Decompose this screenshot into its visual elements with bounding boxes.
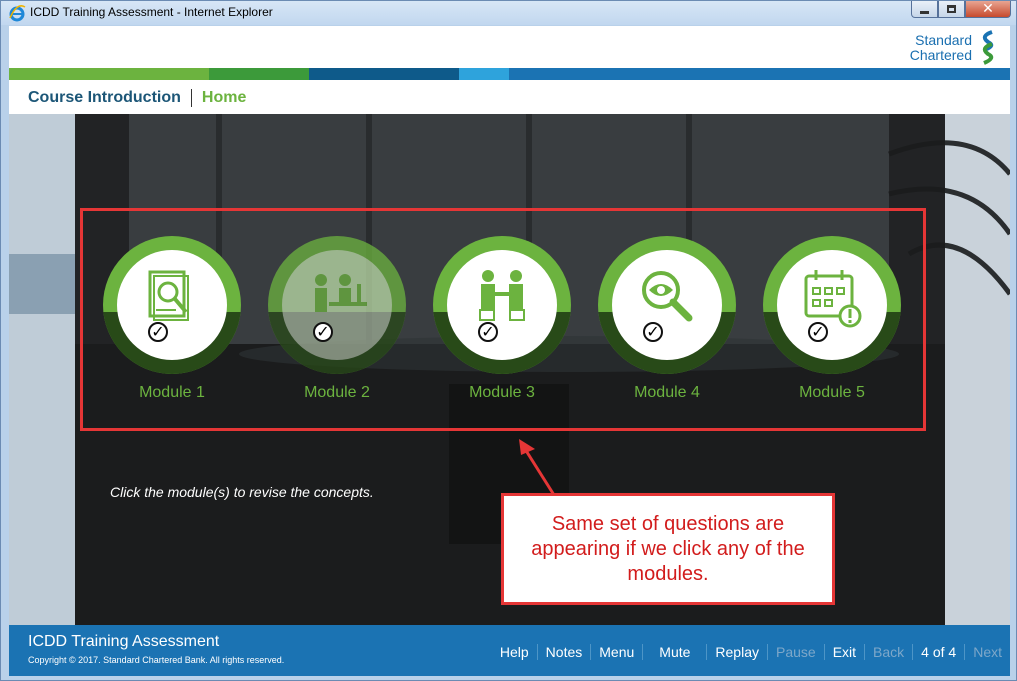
minimize-button[interactable] <box>911 1 938 18</box>
course-title: ICDD Training Assessment <box>28 633 220 650</box>
logo-line-2: Chartered <box>909 47 972 63</box>
completed-check-icon: ✓ <box>808 322 828 342</box>
content-stage: ✓ Module 1 ✓ Module 2 ✓ Module 3 ✓ Modul… <box>9 114 1010 625</box>
module-label: Module 5 <box>799 384 865 401</box>
player-footer: ICDD Training Assessment Copyright © 201… <box>9 625 1010 676</box>
maximize-icon <box>947 5 956 13</box>
pause-button[interactable]: Pause <box>768 644 824 660</box>
module-3[interactable]: ✓ Module 3 <box>433 236 571 402</box>
handshake-icon <box>479 270 525 321</box>
eye-magnifier-icon <box>642 271 693 322</box>
logo-line-1: Standard <box>915 32 972 48</box>
module-label: Module 1 <box>139 384 205 401</box>
maximize-button[interactable] <box>938 1 965 18</box>
breadcrumb-course-introduction[interactable]: Course Introduction <box>28 89 181 107</box>
close-button[interactable]: ✕ <box>965 1 1011 18</box>
module-4[interactable]: ✓ Module 4 <box>598 236 736 402</box>
help-button[interactable]: Help <box>492 644 537 660</box>
menu-button[interactable]: Menu <box>591 644 642 660</box>
notes-button[interactable]: Notes <box>538 644 591 660</box>
page-counter: 4 of 4 <box>921 644 957 660</box>
breadcrumb-home[interactable]: Home <box>202 89 246 107</box>
next-button[interactable]: Next <box>965 644 1010 660</box>
back-button[interactable]: Back <box>865 644 912 660</box>
instruction-text: Click the module(s) to revise the concep… <box>110 484 374 500</box>
annotation-callout: Same set of questions are appearing if w… <box>501 493 835 605</box>
mute-button[interactable]: Mute <box>643 644 706 660</box>
module-label: Module 2 <box>304 384 370 401</box>
exit-button[interactable]: Exit <box>825 644 864 660</box>
copyright-text: Copyright © 2017. Standard Chartered Ban… <box>28 655 285 665</box>
replay-button[interactable]: Replay <box>707 644 767 660</box>
breadcrumb: Course Introduction Home <box>28 88 246 108</box>
logo-mark-icon <box>982 30 994 65</box>
standard-chartered-logo: Standard Chartered <box>910 30 1000 66</box>
module-5[interactable]: ✓ Module 5 <box>763 236 901 402</box>
breadcrumb-divider <box>190 89 192 107</box>
completed-check-icon: ✓ <box>478 322 498 342</box>
completed-check-icon: ✓ <box>148 322 168 342</box>
browser-window: ICDD Training Assessment - Internet Expl… <box>0 0 1017 681</box>
window-title: ICDD Training Assessment - Internet Expl… <box>30 5 273 19</box>
module-2[interactable]: ✓ Module 2 <box>268 236 406 402</box>
player-controls: Help Notes Menu Mute Replay Pause Exit B… <box>492 644 1010 660</box>
module-label: Module 4 <box>634 384 700 401</box>
people-at-desk-icon <box>315 274 367 312</box>
module-1[interactable]: ✓ Module 1 <box>103 236 241 402</box>
close-icon: ✕ <box>982 1 994 17</box>
minimize-icon <box>920 10 929 14</box>
document-magnifier-icon <box>148 270 189 321</box>
internet-explorer-icon <box>9 5 26 22</box>
calendar-alert-icon <box>804 270 862 328</box>
course-player: Standard Chartered Course Introduction H… <box>9 26 1010 676</box>
brand-stripe <box>9 68 1010 80</box>
module-label: Module 3 <box>469 384 535 401</box>
title-bar: ICDD Training Assessment - Internet Expl… <box>1 1 1016 25</box>
callout-arrow-icon <box>519 439 556 496</box>
completed-check-icon: ✓ <box>313 322 333 342</box>
completed-check-icon: ✓ <box>643 322 663 342</box>
